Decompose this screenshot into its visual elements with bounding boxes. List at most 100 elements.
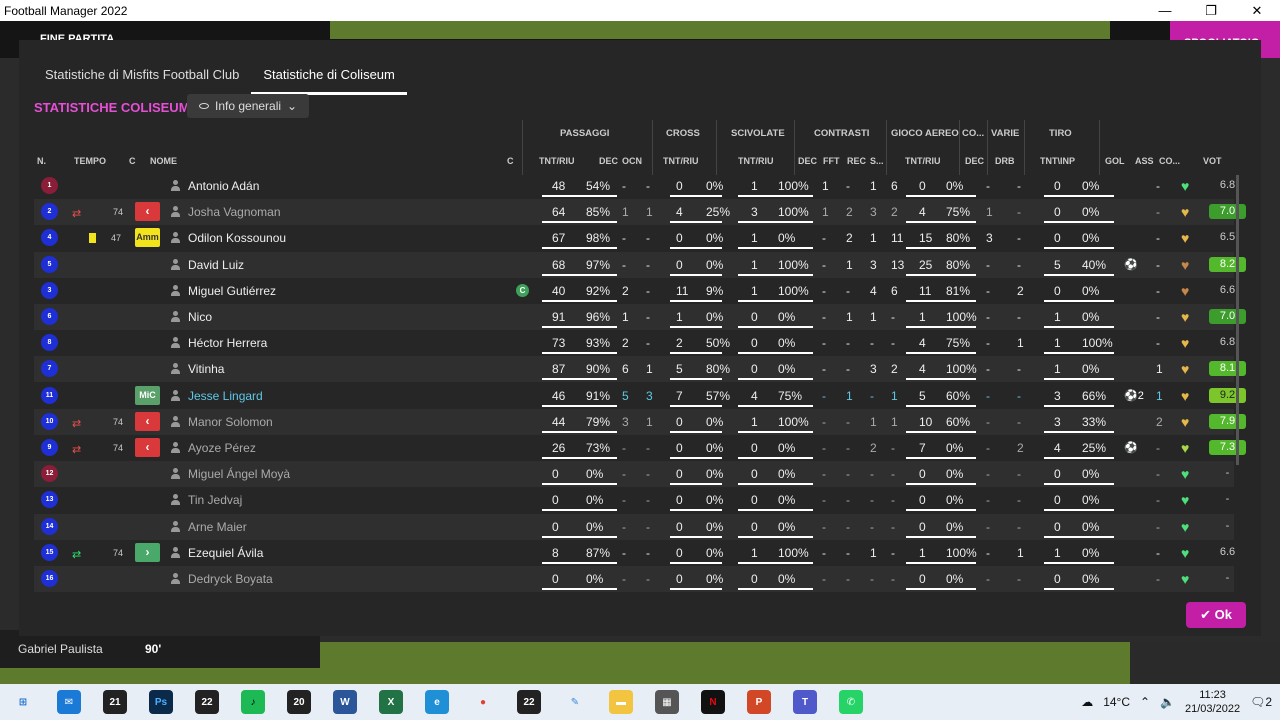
player-name[interactable]: Ezequiel Ávila — [188, 546, 263, 560]
header-co-dec[interactable]: DEC — [965, 156, 984, 166]
player-name[interactable]: Josha Vagnoman — [188, 205, 281, 219]
header-tempo[interactable]: TEMPO — [74, 156, 106, 166]
minimize-button[interactable]: — — [1142, 0, 1188, 21]
chrome-icon[interactable]: ● — [471, 690, 495, 714]
table-row[interactable]: 9 ⇄ 74 ‹ Ayoze Pérez 26 73% - -0 0% 0 0% - -2-7 0% -2 4 2… — [34, 435, 1246, 461]
table-scrollbar[interactable] — [1236, 175, 1239, 465]
word-icon[interactable]: W — [333, 690, 357, 714]
header-cross-tnt[interactable]: TNT/RIU — [663, 156, 699, 166]
player-name[interactable]: Miguel Gutiérrez — [188, 284, 276, 298]
header-ass[interactable]: ASS — [1135, 156, 1154, 166]
table-row[interactable]: 2 ⇄ 74 ‹ Josha Vagnoman 64 85% 1 1 4 25% 3 100% 1 2 3 2 4… — [34, 199, 1246, 226]
passes-dec: 2 — [622, 336, 629, 351]
person-icon — [171, 389, 180, 401]
photoshop-icon[interactable]: Ps — [149, 690, 173, 714]
passes-ocn: - — [646, 441, 650, 455]
player-name[interactable]: Odilon Kossounou — [188, 231, 286, 245]
player-name[interactable]: Jesse Lingard — [188, 389, 263, 403]
header-cond[interactable]: CO... — [1159, 156, 1180, 166]
fm22-active-icon[interactable]: 22 — [517, 690, 541, 714]
cross-bar — [670, 378, 722, 381]
teams-icon[interactable]: T — [793, 690, 817, 714]
header-c2[interactable]: C — [507, 156, 514, 166]
table-row[interactable]: 3 Miguel Gutiérrez C 40 92% 2-11 9% 1 100% - -4 6 11… — [34, 278, 1235, 304]
fm22-icon[interactable]: 22 — [195, 690, 219, 714]
clock[interactable]: 11:23 21/03/2022 — [1185, 688, 1240, 716]
fm21-icon[interactable]: 21 — [103, 690, 127, 714]
table-row[interactable]: 6 Nico 91 96% 1-1 0% 0 0% -1 1-1 100% - -1 0% - ♥ 7.0 — [34, 304, 1246, 330]
table-row[interactable]: 12 Miguel Ángel Moyà 0 0% - - 0 0% 0 0% - - - - 0 0% - - 0… — [34, 461, 1234, 488]
table-row[interactable]: 13 Tin Jedvaj 0 0% - - 0 0% 0 0% - - - - 0 0% - - 0 0% - ♥ - — [34, 487, 1234, 513]
tab-coliseum-stats[interactable]: Statistiche di Coliseum — [251, 62, 407, 95]
passes-ocn: - — [646, 179, 650, 193]
header-gol[interactable]: GOL — [1105, 156, 1125, 166]
player-name[interactable]: Vitinha — [188, 362, 224, 376]
excel-icon[interactable]: X — [379, 690, 403, 714]
shirt-number: 4 — [41, 229, 58, 247]
table-row[interactable]: 8 Héctor Herrera 73 93% 2-2 50% 0 0% - - - -4 75% -1 1… — [34, 330, 1235, 356]
start-icon[interactable]: ⊞ — [11, 690, 35, 714]
duels-dec: - — [822, 257, 826, 272]
table-row[interactable]: 15 ⇄ 74 › Ezequiel Ávila 8 87% - -0 0% 1 100% - -1-1 1… — [34, 540, 1235, 566]
player-name[interactable]: Antonio Adán — [188, 179, 259, 193]
fm20-icon[interactable]: 20 — [287, 690, 311, 714]
table-row[interactable]: 1 Antonio Adán 48 54% - -0 0% 1 100% 1-1 6 0 0% - -0 0%… — [34, 173, 1235, 199]
player-name[interactable]: Dedryck Boyata — [188, 572, 273, 586]
mail-icon[interactable]: ✉ — [57, 690, 81, 714]
player-name[interactable]: David Luiz — [188, 258, 244, 272]
maximize-button[interactable]: ❐ — [1188, 0, 1234, 21]
cross-bar — [670, 221, 722, 224]
chevron-up-icon[interactable]: ⌃ — [1140, 695, 1150, 709]
shots-bar — [1044, 404, 1114, 407]
table-row[interactable]: 16 Dedryck Boyata 0 0% - - 0 0% 0 0% - - - - 0 0% - - 0 0% -… — [34, 566, 1234, 592]
header-contr-rec[interactable]: REC — [847, 156, 866, 166]
header-pass-dec[interactable]: DEC — [599, 156, 618, 166]
ok-button[interactable]: ✔ Ok — [1186, 602, 1246, 628]
co-dec: - — [986, 179, 990, 193]
close-button[interactable]: ✕ — [1234, 0, 1280, 21]
cross-pct: 0% — [706, 519, 724, 534]
header-drb[interactable]: DRB — [995, 156, 1015, 166]
view-dropdown[interactable]: Info generali ⌄ — [187, 94, 309, 118]
header-contr-fft[interactable]: FFT — [823, 156, 840, 166]
tab-misfits-stats[interactable]: Statistiche di Misfits Football Club — [19, 62, 251, 95]
table-row[interactable]: 4 47 Amm Odilon Kossounou 67 98% - -0 0% 1 0% -2 1 11… — [34, 225, 1235, 251]
calculator-icon[interactable]: ▦ — [655, 690, 679, 714]
dribbles: 2 — [1017, 441, 1024, 455]
aerial-bar — [906, 457, 976, 459]
header-c[interactable]: C — [129, 156, 136, 166]
header-tiro-tnt[interactable]: TNT\INP — [1040, 156, 1075, 166]
header-vot[interactable]: VOT — [1203, 156, 1222, 166]
spotify-icon[interactable]: ♪ — [241, 690, 265, 714]
player-name[interactable]: Ayoze Pérez — [188, 441, 256, 455]
player-name[interactable]: Tin Jedvaj — [188, 493, 242, 507]
header-pass-ocn[interactable]: OCN — [622, 156, 642, 166]
explorer-icon[interactable]: ▬ — [609, 690, 633, 714]
header-contr-dec[interactable]: DEC — [798, 156, 817, 166]
table-row[interactable]: 14 Arne Maier 0 0% - - 0 0% 0 0% - - - - 0 0% - - 0 0% - ♥ - — [34, 513, 1234, 540]
netflix-icon[interactable]: N — [701, 690, 725, 714]
table-row[interactable]: 7 Vitinha 87 90% 6 1 5 80% 0 0% - -3 2 4 100% - -1 0% 1 ♥ 8.… — [34, 356, 1246, 383]
player-name[interactable]: Héctor Herrera — [188, 336, 267, 350]
player-name[interactable]: Arne Maier — [188, 520, 247, 534]
header-pass-tnt[interactable]: TNT/RIU — [539, 156, 575, 166]
header-n[interactable]: N. — [37, 156, 46, 166]
header-nome[interactable]: NOME — [150, 156, 177, 166]
table-row[interactable]: 10 ⇄ 74 ‹ Manor Solomon 44 79% 3 1 0 0% 1 100% - -1 1 10… — [34, 408, 1246, 435]
paint-icon[interactable]: ✎ — [563, 690, 587, 714]
tackles-bar — [738, 561, 813, 564]
player-name[interactable]: Nico — [188, 310, 212, 324]
table-row[interactable]: 11 MiC Jesse Lingard 46 91% 5 3 7 57% 4 75% - 1 - 1 5 60… — [34, 383, 1246, 409]
header-aereo-tnt[interactable]: TNT/RIU — [905, 156, 941, 166]
powerpoint-icon[interactable]: P — [747, 690, 771, 714]
notification-icon[interactable]: 🗨2 — [1250, 695, 1272, 709]
player-name[interactable]: Manor Solomon — [188, 415, 273, 429]
player-name[interactable]: Miguel Ángel Moyà — [188, 467, 290, 481]
whatsapp-icon[interactable]: ✆ — [839, 690, 863, 714]
header-sciv-tnt[interactable]: TNT/RIU — [738, 156, 774, 166]
volume-icon[interactable]: 🔈 — [1160, 695, 1175, 709]
table-row[interactable]: 5 David Luiz 68 97% - -0 0% 1 100% -1 3 13 25 80% - -5 4… — [34, 251, 1246, 278]
passes-dec: - — [622, 231, 626, 246]
header-contr-s[interactable]: S... — [870, 156, 884, 166]
edge-icon[interactable]: e — [425, 690, 449, 714]
